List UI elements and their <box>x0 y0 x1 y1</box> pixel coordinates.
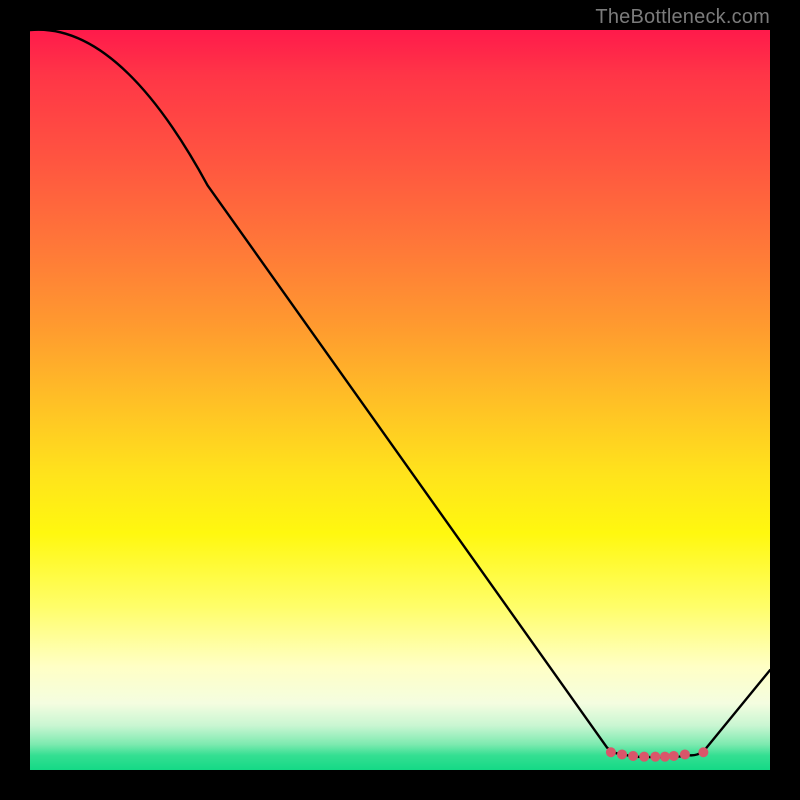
chart-stage: TheBottleneck.com <box>0 0 800 800</box>
data-marker <box>669 751 679 761</box>
data-marker <box>680 749 690 759</box>
data-marker <box>628 751 638 761</box>
data-marker <box>606 747 616 757</box>
data-marker <box>650 752 660 762</box>
data-marker <box>639 752 649 762</box>
chart-overlay <box>0 0 800 800</box>
data-marker <box>660 752 670 762</box>
line-series <box>30 30 770 758</box>
data-marker <box>698 747 708 757</box>
data-marker <box>617 749 627 759</box>
curve-path <box>30 30 770 758</box>
